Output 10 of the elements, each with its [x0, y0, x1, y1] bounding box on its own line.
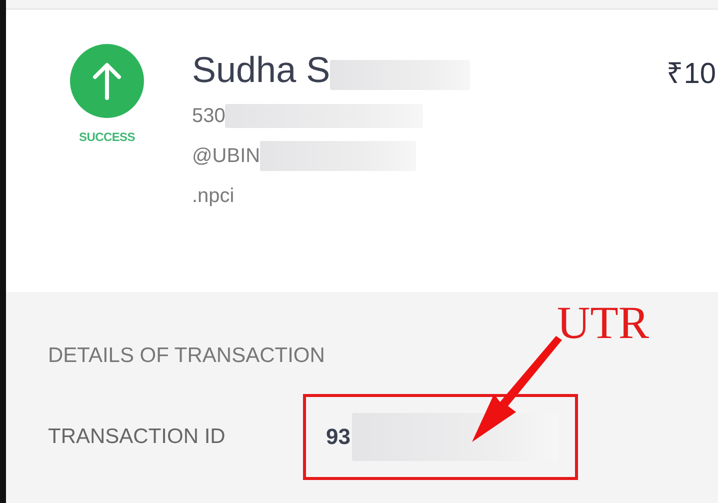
field-label: TRANSACTION ID [48, 425, 226, 449]
section-heading: DETAILS OF TRANSACTION [48, 344, 325, 368]
status-label: SUCCESS [79, 130, 135, 144]
transaction-id: 93 [326, 424, 350, 450]
upi-id-suffix: .npci [192, 184, 234, 208]
annotation-label: UTR [557, 296, 649, 349]
payee-name: Sudha S [192, 49, 330, 91]
account-number: 530 [192, 104, 226, 128]
upi-id: @UBIN [192, 144, 260, 168]
amount: ₹10 [666, 57, 716, 91]
